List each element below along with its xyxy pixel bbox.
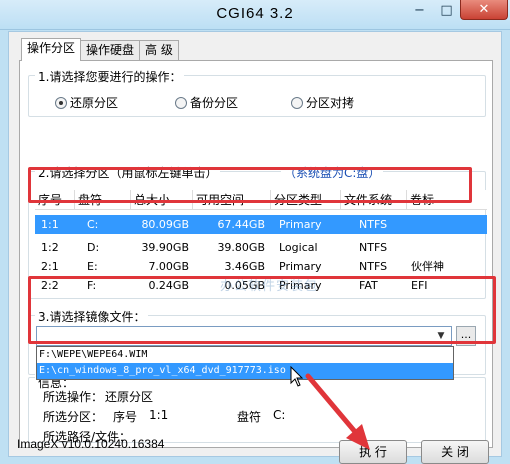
cell-type: Logical (279, 241, 318, 254)
radio-backup[interactable]: 备份分区 (175, 94, 238, 111)
radio-restore-dot[interactable] (55, 96, 67, 109)
cell-total: 7.00GB (148, 260, 189, 273)
cell-index: 1:1 (41, 218, 59, 231)
summary-operation-value: 还原分区 (105, 390, 154, 404)
cell-drive: C: (87, 218, 99, 231)
maximize-button[interactable]: □ (433, 0, 460, 20)
cell-free: 3.46GB (224, 260, 265, 273)
cell-total: 80.09GB (141, 218, 189, 231)
tab-strip: 操作分区 操作硬盘 高 级 (21, 38, 179, 61)
radio-copy-label: 分区对拷 (306, 96, 355, 110)
image-group-title: 3.请选择镜像文件： (35, 308, 149, 325)
radio-backup-dot[interactable] (175, 96, 187, 109)
table-row[interactable]: 1:2 D: 39.90GB 39.80GB Logical NTFS (35, 238, 487, 257)
summary-operation-label: 所选操作： (43, 390, 104, 404)
image-file-select[interactable]: ▼ (36, 326, 452, 346)
operation-group: 1.请选择您要进行的操作： 还原分区 备份分区 分区对拷 (28, 68, 486, 117)
operation-group-title: 1.请选择您要进行的操作： (35, 68, 185, 85)
summary-index-value: 1:1 (149, 408, 169, 422)
table-header: 序号 盘符 总大小 可用空间 分区类型 文件系统 卷标 (35, 190, 487, 210)
radio-copy[interactable]: 分区对拷 (291, 94, 354, 111)
version-text: ImageX v10.0.10240.16384 (17, 437, 165, 451)
summary-drive-value: C: (273, 408, 286, 422)
tab-advanced[interactable]: 高 级 (139, 40, 179, 60)
cell-free: 39.80GB (217, 241, 265, 254)
system-drive-note: （系统盘为C:盘） (281, 164, 384, 181)
close-window-button[interactable]: ✕ (460, 0, 508, 20)
cell-index: 2:1 (41, 260, 59, 273)
col-drive[interactable]: 盘符 (75, 190, 131, 210)
cell-fs: NTFS (359, 241, 388, 254)
cell-free: 67.44GB (217, 218, 265, 231)
cell-index: 2:2 (41, 279, 59, 292)
cell-index: 1:2 (41, 241, 59, 254)
tab-partition-ops[interactable]: 操作分区 (21, 38, 82, 61)
tab-disk-ops[interactable]: 操作硬盘 (80, 40, 141, 60)
cell-type: Primary (279, 260, 322, 273)
tab-panel: 1.请选择您要进行的操作： 还原分区 备份分区 分区对拷 2.请选择分区（用鼠标… (19, 60, 493, 448)
col-fs[interactable]: 文件系统 (341, 190, 407, 210)
red-arrow-icon (305, 373, 370, 450)
partition-group-title: 2.请选择分区（用鼠标左键单击） (35, 164, 221, 181)
cell-drive: F: (87, 279, 97, 292)
cell-total: 0.24GB (148, 279, 189, 292)
watermark-text: 办公软件安装包 (220, 279, 319, 294)
cell-drive: D: (87, 241, 100, 254)
table-row[interactable]: 1:1 C: 80.09GB 67.44GB Primary NTFS (35, 215, 487, 234)
cell-type: Primary (279, 218, 322, 231)
cell-label: 伙伴神 (411, 260, 444, 273)
chevron-down-icon[interactable]: ▼ (433, 328, 449, 344)
table-row[interactable]: 2:1 E: 7.00GB 3.46GB Primary NTFS 伙伴神 (35, 257, 487, 276)
col-total[interactable]: 总大小 (131, 190, 193, 210)
cell-drive: E: (87, 260, 98, 273)
summary-partition-label: 所选分区： (43, 410, 104, 424)
radio-copy-dot[interactable] (291, 96, 303, 109)
minimize-button[interactable]: − (406, 0, 433, 20)
close-button[interactable]: 关 闭 (421, 440, 489, 464)
cell-label: EFI (411, 279, 428, 292)
radio-restore-label: 还原分区 (70, 96, 119, 110)
dropdown-option[interactable]: F:\WEPE\WEPE64.WIM (37, 347, 453, 363)
summary-index-label: 序号 (113, 410, 138, 424)
col-type[interactable]: 分区类型 (271, 190, 341, 210)
browse-button[interactable]: ... (456, 326, 476, 346)
title-bar: CGI64 3.2 − □ ✕ (0, 0, 510, 30)
cell-fs: FAT (359, 279, 378, 292)
cell-fs: NTFS (359, 260, 388, 273)
col-label[interactable]: 卷标 (407, 190, 487, 210)
window-client: 操作分区 操作硬盘 高 级 1.请选择您要进行的操作： 还原分区 备份分区 分区… (8, 31, 502, 464)
cell-total: 39.90GB (141, 241, 189, 254)
col-free[interactable]: 可用空间 (193, 190, 271, 210)
radio-restore[interactable]: 还原分区 (55, 94, 118, 111)
radio-backup-label: 备份分区 (190, 96, 239, 110)
cell-fs: NTFS (359, 218, 388, 231)
summary-group: 信息： 所选操作： 还原分区 所选分区： 序号 1:1 盘符 C: 所选路径/文… (28, 374, 486, 444)
dropdown-option[interactable]: E:\cn_windows_8_pro_vl_x64_dvd_917773.is… (37, 363, 453, 379)
summary-drive-label: 盘符 (237, 410, 262, 424)
image-file-dropdown: F:\WEPE\WEPE64.WIM E:\cn_windows_8_pro_v… (36, 346, 454, 380)
col-index[interactable]: 序号 (35, 190, 75, 210)
